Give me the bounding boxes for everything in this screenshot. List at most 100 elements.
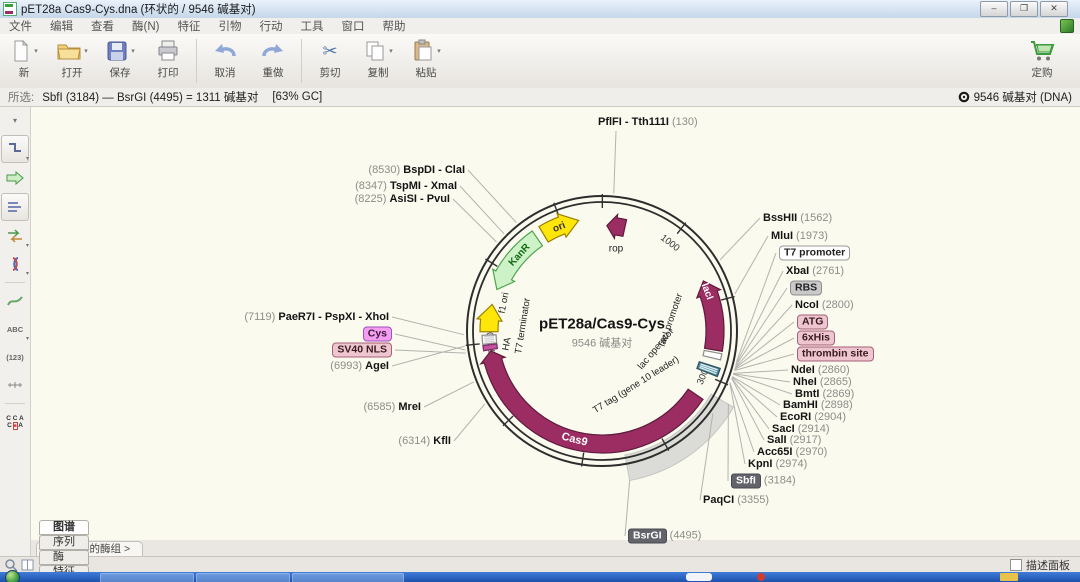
- menu-window[interactable]: 窗口: [332, 18, 373, 34]
- codon-tool[interactable]: C C AC ■ A: [2, 409, 28, 435]
- enzyme-label-sali[interactable]: SalI (2917): [767, 434, 821, 446]
- feature-tag-thrombin-site[interactable]: thrombin site: [797, 347, 874, 362]
- enzyme-label-paer7i-pspxi-xhoi[interactable]: (7119) PaeR7I - PspXI - XhoI: [244, 311, 389, 323]
- selection-text: SbfI (3184) — BsrGI (4495) = 1311 碱基对: [42, 89, 258, 105]
- enzyme-label-xbai[interactable]: XbaI (2761): [786, 265, 844, 277]
- open-button[interactable]: ▾打开: [48, 34, 96, 80]
- menu-view[interactable]: 查看: [82, 18, 123, 34]
- cut-label: 剪切: [320, 65, 341, 80]
- copy-label: 复制: [368, 65, 389, 80]
- enzyme-label-ecori[interactable]: EcoRI (2904): [780, 411, 846, 423]
- feature-tag-rbs[interactable]: RBS: [790, 281, 822, 296]
- feature-tag-sv40-nls[interactable]: SV40 NLS: [332, 343, 392, 358]
- open-label: 打开: [62, 65, 83, 80]
- taskbar-pill-4[interactable]: [686, 573, 712, 581]
- windows-taskbar[interactable]: [0, 572, 1080, 582]
- enzyme-label-sbfi-selected[interactable]: SbfI (3184): [731, 474, 796, 489]
- enzyme-label-acc65i[interactable]: Acc65I (2970): [757, 446, 827, 458]
- selection-prefix: 所选:: [8, 89, 34, 105]
- enzyme-label-bamhi[interactable]: BamHI (2898): [783, 399, 853, 411]
- side-tool-rail: ▾▾▾▾ABC▾(123)C C AC ■ A: [0, 106, 31, 556]
- menu-help[interactable]: 帮助: [373, 18, 414, 34]
- menu-features[interactable]: 特征: [168, 18, 209, 34]
- translate-tool[interactable]: ▾: [2, 223, 28, 249]
- menu-file[interactable]: 文件: [0, 18, 41, 34]
- map-canvas[interactable]: [30, 106, 1080, 540]
- feature-arrow-tool[interactable]: [2, 165, 28, 191]
- enzyme-label-kpni[interactable]: KpnI (2974): [748, 458, 807, 470]
- order-button[interactable]: 定购: [1018, 34, 1066, 80]
- feature-tag-t7-promoter[interactable]: T7 promoter: [779, 246, 850, 261]
- print-button[interactable]: 打印: [144, 34, 192, 80]
- split-view-icon[interactable]: [21, 558, 35, 572]
- taskbar-dot-5[interactable]: [757, 573, 765, 581]
- feature-tag-atg[interactable]: ATG: [797, 315, 828, 330]
- enzyme-label-nhei[interactable]: NheI (2865): [793, 376, 852, 388]
- redo-icon: [260, 38, 286, 64]
- maximize-button[interactable]: ❐: [1010, 1, 1038, 17]
- rail-separator: [5, 282, 25, 283]
- tab-enzymes[interactable]: 酶: [39, 550, 89, 565]
- enzyme-label-paqci[interactable]: PaqCI (3355): [703, 494, 769, 506]
- tab-sequence[interactable]: 序列: [39, 535, 89, 550]
- print-label: 打印: [158, 65, 179, 80]
- description-panel-checkbox[interactable]: [1010, 559, 1022, 571]
- menu-actions[interactable]: 行动: [250, 18, 291, 34]
- menu-bar: 文件编辑查看酶(N)特征引物行动工具窗口帮助: [0, 18, 1080, 35]
- new-button[interactable]: ▾新: [0, 34, 48, 80]
- enzyme-label-agei[interactable]: (6993) AgeI: [330, 360, 389, 372]
- enzyme-label-pflfi-tth111i[interactable]: PflFI - Tth111I (130): [598, 116, 698, 128]
- taskbar-seg-1[interactable]: [100, 573, 194, 582]
- menu-tools[interactable]: 工具: [291, 18, 332, 34]
- tab-map[interactable]: 图谱: [39, 520, 89, 535]
- close-button[interactable]: ✕: [1040, 1, 1068, 17]
- enzyme-label-mrei[interactable]: (6585) MreI: [364, 401, 421, 413]
- toolbar-separator: [196, 39, 197, 83]
- taskbar-chip-6[interactable]: [1000, 573, 1018, 581]
- new-label: 新: [19, 65, 30, 80]
- cut-button[interactable]: ✂剪切: [306, 34, 354, 80]
- ruler-tool[interactable]: [2, 372, 28, 398]
- orf-tool[interactable]: ▾: [2, 251, 28, 277]
- enzyme-label-tspmi-xmai[interactable]: (8347) TspMI - XmaI: [355, 180, 457, 192]
- paste-button[interactable]: ▾粘贴: [402, 34, 450, 80]
- numbers-tool[interactable]: (123): [2, 344, 28, 370]
- save-label: 保存: [110, 65, 131, 80]
- minimize-button[interactable]: –: [980, 1, 1008, 17]
- feature-tag-6xhis[interactable]: 6xHis: [797, 331, 835, 346]
- toolbar: ▾新▾打开▾保存打印取消重做✂剪切▾复制▾粘贴定购: [0, 34, 1080, 89]
- title-bar: pET28a Cas9-Cys.dna (环状的 / 9546 碱基对) – ❐…: [0, 0, 1080, 19]
- enzyme-label-bsshii[interactable]: BssHII (1562): [763, 212, 832, 224]
- feature-tag-cys[interactable]: Cys: [363, 327, 392, 342]
- view-tools: [0, 558, 39, 572]
- copy-icon: ▾: [363, 38, 393, 64]
- taskbar-seg-2[interactable]: [196, 573, 290, 582]
- enzyme-label-ndei[interactable]: NdeI (2860): [791, 364, 850, 376]
- enzyme-label-bspdi-clai[interactable]: (8530) BspDI - ClaI: [368, 164, 465, 176]
- menu-edit[interactable]: 编辑: [41, 18, 82, 34]
- enzyme-label-kfli[interactable]: (6314) KflI: [398, 435, 451, 447]
- copy-button[interactable]: ▾复制: [354, 34, 402, 80]
- taskbar-seg-3[interactable]: [292, 573, 404, 582]
- squiggle-tool[interactable]: [2, 288, 28, 314]
- save-button[interactable]: ▾保存: [96, 34, 144, 80]
- undo-button[interactable]: 取消: [201, 34, 249, 80]
- enzyme-tool-tool[interactable]: ▾: [1, 135, 29, 163]
- primer-tool-tool[interactable]: [1, 193, 29, 221]
- sequence-info: 9546 碱基对 (DNA): [958, 89, 1072, 105]
- flyout-tool[interactable]: ▾: [2, 107, 28, 133]
- enzyme-label-ncoi[interactable]: NcoI (2800): [795, 299, 854, 311]
- enzyme-set-strip: < 未保存的酶组 >: [30, 540, 1080, 556]
- open-icon: ▾: [56, 38, 88, 64]
- new-icon: ▾: [10, 38, 38, 64]
- abc-tool[interactable]: ABC▾: [2, 316, 28, 342]
- redo-button[interactable]: 重做: [249, 34, 297, 80]
- undo-icon: [212, 38, 238, 64]
- enzyme-label-bsrgi-selected[interactable]: BsrGI (4495): [628, 529, 701, 544]
- enzyme-label-asisi-pvui[interactable]: (8225) AsiSI - PvuI: [355, 193, 450, 205]
- menu-primers[interactable]: 引物: [209, 18, 250, 34]
- menu-enzymes[interactable]: 酶(N): [123, 18, 168, 34]
- taskbar-orb-0[interactable]: [5, 570, 20, 582]
- cut-icon: ✂: [322, 38, 337, 64]
- enzyme-label-mlui[interactable]: MluI (1973): [771, 230, 828, 242]
